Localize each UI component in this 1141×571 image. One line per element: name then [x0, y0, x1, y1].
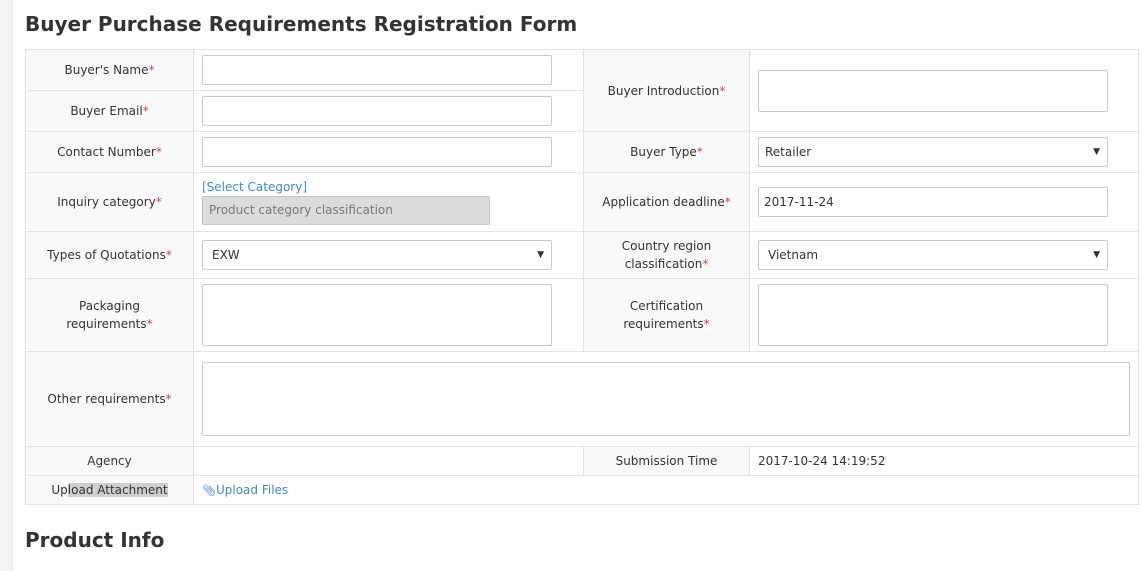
country-region-label-cell: Country region classification* [583, 231, 750, 279]
contact-number-label-cell: Contact Number* [25, 131, 194, 173]
required-mark: * [165, 392, 172, 406]
application-deadline-value-cell: 2017-11-24 [749, 172, 1139, 232]
form-row-types-of-quotations: Types of Quotations* EXW ▼ Country regio… [25, 231, 1139, 279]
inquiry-category-value-cell: [Select Category] Product category class… [193, 172, 584, 232]
other-requirements-label-cell: Other requirements* [25, 351, 194, 447]
certification-requirements-textarea[interactable] [758, 284, 1108, 346]
required-mark: * [703, 317, 710, 331]
packaging-requirements-label-cell: Packaging requirements* [25, 278, 194, 352]
chevron-down-icon: ▼ [1093, 250, 1100, 260]
chevron-down-icon: ▼ [1093, 147, 1100, 157]
contact-number-label: Contact Number [57, 145, 156, 159]
registration-form-table: Buyer's Name* Buyer Introduction* Buyer … [25, 49, 1139, 505]
form-row-contact-number: Contact Number* Buyer Type* Retailer ▼ [25, 131, 1139, 173]
required-mark: * [155, 145, 162, 159]
buyer-type-value-cell: Retailer ▼ [749, 131, 1139, 173]
buyer-type-label-cell: Buyer Type* [583, 131, 750, 173]
upload-attachment-value-cell: 📎︎Upload Files [193, 475, 1139, 505]
required-mark: * [719, 83, 726, 98]
page: Buyer Purchase Requirements Registration… [0, 0, 1141, 571]
agency-label-cell: Agency [25, 446, 194, 476]
certification-requirements-value-cell [749, 278, 1139, 352]
upload-attachment-label-start: Up [51, 483, 68, 497]
required-mark: * [148, 63, 155, 77]
left-rail [0, 0, 13, 571]
inquiry-category-label-cell: Inquiry category* [25, 172, 194, 232]
buyer-type-select[interactable]: Retailer ▼ [758, 137, 1108, 167]
other-requirements-textarea[interactable] [202, 362, 1130, 436]
product-category-field: Product category classification [202, 195, 490, 225]
required-mark: * [702, 257, 709, 271]
country-region-value-cell: Vietnam ▼ [749, 231, 1139, 279]
types-of-quotations-select[interactable]: EXW ▼ [202, 240, 552, 270]
agency-value-cell [193, 446, 584, 476]
buyer-introduction-value-cell [749, 49, 1139, 132]
types-of-quotations-label-cell: Types of Quotations* [25, 231, 194, 279]
required-mark: * [142, 104, 149, 118]
types-of-quotations-value-cell: EXW ▼ [193, 231, 584, 279]
agency-label: Agency [87, 454, 132, 468]
buyer-email-value-cell [193, 90, 584, 132]
packaging-requirements-textarea[interactable] [202, 284, 552, 346]
buyer-name-label-cell: Buyer's Name* [25, 49, 194, 91]
packaging-requirements-value-cell [193, 278, 584, 352]
inquiry-category-label: Inquiry category [57, 195, 156, 209]
contact-number-value-cell [193, 131, 584, 173]
required-mark: * [724, 195, 731, 209]
buyer-email-label: Buyer Email [70, 104, 143, 118]
buyer-name-label: Buyer's Name [64, 63, 149, 77]
select-category-link[interactable]: [Select Category] [202, 180, 575, 194]
country-region-selected-value: Vietnam [768, 248, 819, 262]
form-row-inquiry-category: Inquiry category* [Select Category] Prod… [25, 172, 1139, 232]
upload-files-link[interactable]: 📎︎Upload Files [202, 483, 288, 497]
types-of-quotations-label: Types of Quotations [47, 248, 166, 262]
form-row-agency: Agency Submission Time 2017-10-24 14:19:… [25, 446, 1139, 476]
buyer-introduction-label: Buyer Introduction [607, 83, 720, 98]
buyer-introduction-label-cell: Buyer Introduction* [583, 49, 750, 132]
application-deadline-input[interactable]: 2017-11-24 [758, 187, 1108, 217]
country-region-label-line1: Country region [621, 239, 712, 253]
contact-number-input[interactable] [202, 137, 552, 167]
product-info-title: Product Info [25, 528, 165, 552]
buyer-email-label-cell: Buyer Email* [25, 90, 194, 132]
form-row-packaging-requirements: Packaging requirements* Certification re… [25, 278, 1139, 352]
buyer-name-value-cell [193, 49, 584, 91]
page-title: Buyer Purchase Requirements Registration… [25, 12, 578, 36]
country-region-label-line2: classification [624, 257, 703, 271]
form-row-other-requirements: Other requirements* [25, 351, 1139, 447]
buyer-type-label: Buyer Type [630, 145, 697, 159]
packaging-requirements-label: Packaging requirements [66, 299, 147, 331]
certification-requirements-label: Certification requirements [623, 299, 704, 331]
buyer-name-input[interactable] [202, 55, 552, 85]
required-mark: * [146, 317, 153, 331]
buyer-type-selected-value: Retailer [765, 145, 812, 159]
submission-time-label-cell: Submission Time [583, 446, 750, 476]
upload-files-label: Upload Files [215, 483, 289, 497]
submission-time-value: 2017-10-24 14:19:52 [758, 454, 886, 468]
application-deadline-label: Application deadline [602, 195, 725, 209]
submission-time-value-cell: 2017-10-24 14:19:52 [749, 446, 1139, 476]
other-requirements-value-cell [193, 351, 1139, 447]
paperclip-icon: 📎︎ [202, 484, 216, 497]
chevron-down-icon: ▼ [537, 250, 544, 260]
certification-requirements-label-cell: Certification requirements* [583, 278, 750, 352]
buyer-introduction-textarea[interactable] [758, 69, 1108, 112]
buyer-email-input[interactable] [202, 96, 552, 126]
country-region-select[interactable]: Vietnam ▼ [758, 240, 1108, 270]
upload-attachment-label-selected: load Attachment [67, 483, 168, 497]
required-mark: * [165, 248, 172, 262]
other-requirements-label: Other requirements [47, 392, 166, 406]
form-row-buyer-name: Buyer's Name* Buyer Introduction* [25, 49, 1139, 132]
form-row-upload-attachment: Upload Attachment 📎︎Upload Files [25, 475, 1139, 505]
types-of-quotations-selected-value: EXW [212, 248, 240, 262]
required-mark: * [696, 145, 703, 159]
application-deadline-label-cell: Application deadline* [583, 172, 750, 232]
submission-time-label: Submission Time [615, 454, 718, 468]
required-mark: * [155, 195, 162, 209]
upload-attachment-label-cell: Upload Attachment [25, 475, 194, 505]
